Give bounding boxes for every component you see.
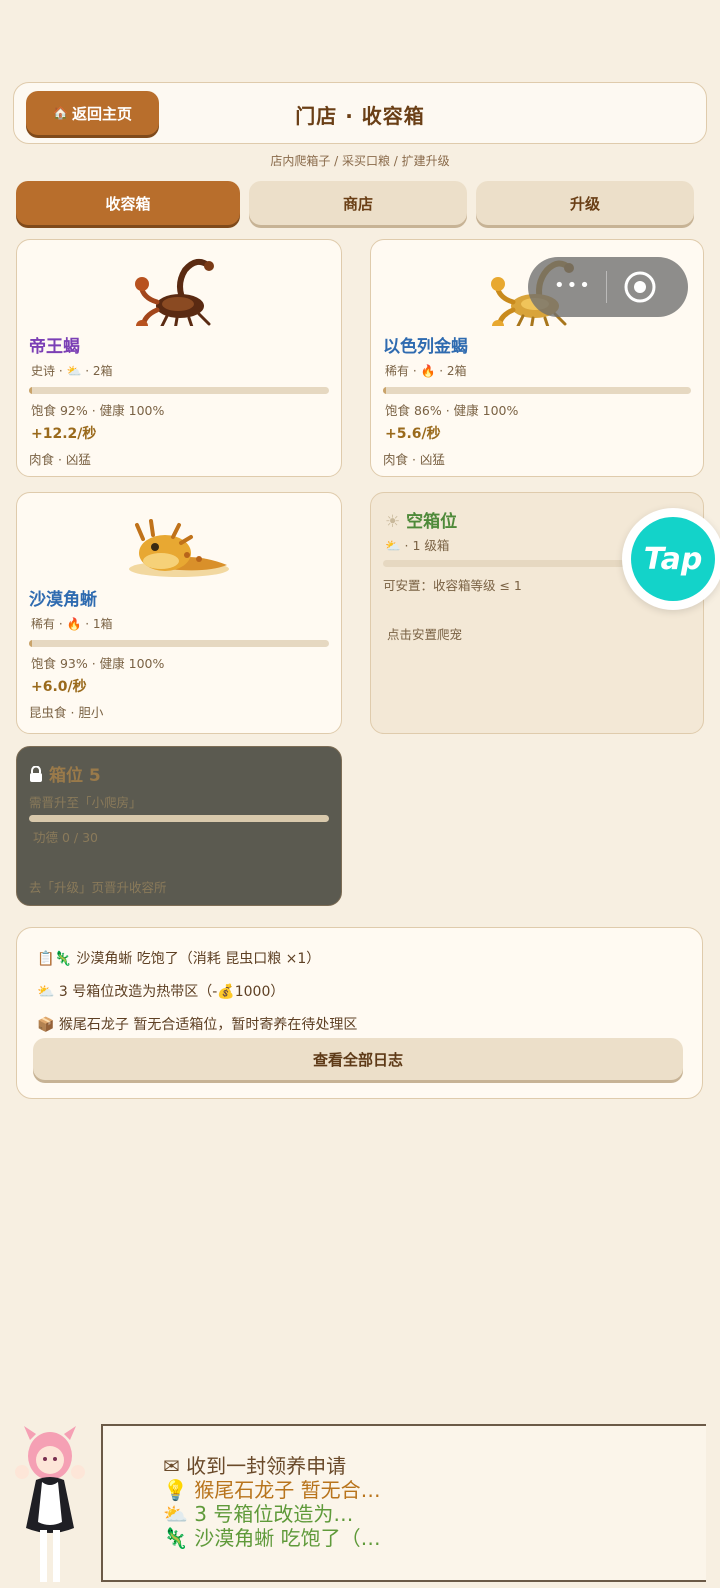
progress-bar — [383, 387, 691, 394]
locked-slot-title: 箱位 5 — [29, 761, 101, 786]
pet-traits: 昆虫食 · 胆小 — [29, 705, 104, 720]
log-line: ⛅ 3 号箱位改造为热带区（-💰1000） — [37, 984, 285, 1000]
tab-upgrade[interactable]: 升级 — [476, 181, 694, 225]
pet-meta: 稀有 · 🔥 · 1箱 — [31, 617, 113, 631]
pet-meta: 稀有 · 🔥 · 2箱 — [385, 364, 467, 378]
pet-name: 沙漠角蜥 — [29, 590, 97, 610]
empty-slot-title: ☀ 空箱位 — [385, 512, 458, 532]
locked-slot-card[interactable]: 箱位 5 需晋升至「小爬房」 功德 0 / 30 去「升级」页晋升收容所 — [16, 746, 342, 906]
empty-slot-condition: 可安置：收容箱等级 ≤ 1 — [383, 578, 522, 593]
log-line: 📦 猴尾石龙子 暂无合适箱位，暂时寄养在待处理区 — [37, 1017, 358, 1033]
slot-card-3[interactable]: 沙漠角蜥 稀有 · 🔥 · 1箱 饱食 93% · 健康 100% +6.0/秒… — [16, 492, 342, 734]
pet-stats: 饱食 86% · 健康 100% — [385, 403, 519, 418]
pet-traits: 肉食 · 凶猛 — [29, 452, 91, 467]
page-title: 门店 · 收容箱 — [295, 104, 425, 128]
tab-box[interactable]: 收容箱 — [16, 181, 240, 225]
pet-name: 帝王蝎 — [29, 337, 80, 357]
locked-slot-hint: 去「升级」页晋升收容所 — [29, 880, 167, 895]
pet-rate: +5.6/秒 — [385, 426, 441, 442]
more-icon[interactable]: ••• — [554, 275, 592, 296]
tab-shop[interactable]: 商店 — [249, 181, 467, 225]
capsule-divider — [606, 271, 607, 303]
sun-icon: ☀ — [385, 512, 401, 532]
mini-program-capsule[interactable]: ••• — [528, 257, 688, 317]
close-target-icon[interactable] — [622, 269, 658, 305]
progress-bar — [29, 640, 329, 647]
pet-stats: 饱食 92% · 健康 100% — [31, 403, 165, 418]
maid-character-icon — [8, 1422, 92, 1588]
log-line: 📋🦎 沙漠角蜥 吃饱了（消耗 昆虫口粮 ×1） — [37, 951, 321, 967]
dialog-box[interactable]: ✉ 收到一封领养申请 💡 猴尾石龙子 暂无合… ⛅ 3 号箱位改造为… 🦎 沙漠… — [101, 1424, 706, 1582]
pet-traits: 肉食 · 凶猛 — [383, 452, 445, 467]
pet-rate: +6.0/秒 — [31, 679, 87, 695]
progress-bar — [383, 560, 663, 567]
tap-logo: Tap — [631, 517, 715, 601]
dialog-line: 🦎 沙漠角蜥 吃饱了（… — [163, 1526, 381, 1550]
tap-badge[interactable]: Tap — [622, 508, 720, 610]
progress-bar — [29, 815, 329, 822]
pet-rate: +12.2/秒 — [31, 426, 97, 442]
locked-slot-requirement: 需晋升至「小爬房」 — [29, 795, 142, 810]
locked-slot-merit: 功德 0 / 30 — [33, 830, 98, 845]
header-bar: 🏠 返回主页 门店 · 收容箱 — [13, 82, 707, 144]
progress-bar — [29, 387, 329, 394]
pet-stats: 饱食 93% · 健康 100% — [31, 656, 165, 671]
horned-lizard-icon — [17, 503, 341, 579]
pet-name: 以色列金蝎 — [383, 337, 468, 357]
slot-card-1[interactable]: 帝王蝎 史诗 · ⛅ · 2箱 饱食 92% · 健康 100% +12.2/秒… — [16, 239, 342, 477]
scorpion-icon — [17, 250, 341, 332]
page-subtitle: 店内爬箱子 / 采买口粮 / 扩建升级 — [270, 154, 450, 168]
empty-slot-meta: ⛅ · 1 级箱 — [385, 538, 450, 553]
lock-icon — [30, 765, 42, 782]
log-panel: 📋🦎 沙漠角蜥 吃饱了（消耗 昆虫口粮 ×1） ⛅ 3 号箱位改造为热带区（-💰… — [16, 927, 703, 1099]
pet-meta: 史诗 · ⛅ · 2箱 — [31, 364, 113, 378]
place-pet-link[interactable]: 点击安置爬宠 — [387, 624, 462, 643]
view-all-logs-button[interactable]: 查看全部日志 — [33, 1038, 683, 1080]
